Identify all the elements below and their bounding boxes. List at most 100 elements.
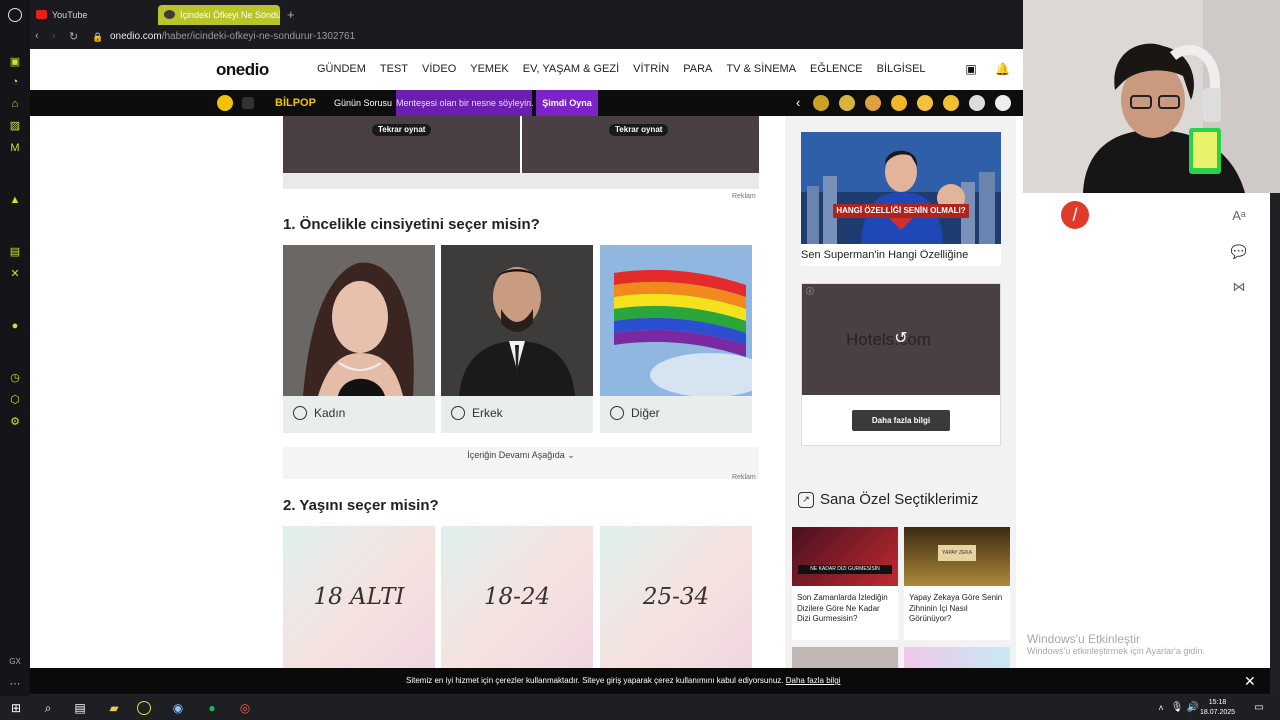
option-kadin[interactable]: Kadın <box>283 245 435 433</box>
menu-item-ev-yasam-gezi[interactable]: EV, YAŞAM & GEZİ <box>523 63 619 75</box>
bell-icon[interactable]: 🔔 <box>995 62 1010 76</box>
twitch-icon[interactable]: ▤ <box>7 244 23 260</box>
obs-icon[interactable]: ◎ <box>236 699 254 717</box>
site-header: onedio GÜNDEM TEST VİDEO YEMEK EV, YAŞAM… <box>30 49 1023 90</box>
url-field[interactable]: onedio.com/haber/icindeki-ofkeyi-ne-sond… <box>110 31 355 42</box>
recommend-item-2[interactable]: YAPAY ZEKA Yapay Zekaya Göre Senin Zihni… <box>904 527 1010 640</box>
box-icon[interactable]: ⬡ <box>7 392 23 408</box>
emoji-8-icon[interactable] <box>995 95 1011 111</box>
menu-item-gundem[interactable]: GÜNDEM <box>317 63 366 75</box>
superman-banner: HANGİ ÖZELLİĞİ SENİN OLMALI? <box>833 204 969 218</box>
emoji-3-icon[interactable] <box>865 95 881 111</box>
windows-start-icon[interactable]: ⊞ <box>7 699 25 717</box>
menu-item-eglence[interactable]: EĞLENCE <box>810 63 863 75</box>
menu-item-video[interactable]: VİDEO <box>422 63 456 75</box>
url-path: /haber/icindeki-ofkeyi-ne-sondurur-13027… <box>161 31 356 42</box>
wallet-icon[interactable]: ▣ <box>7 54 23 70</box>
option-age-under18[interactable]: 18 ALTI <box>283 526 435 668</box>
cookie-link[interactable]: Daha fazla bilgi <box>786 676 841 685</box>
font-size-icon[interactable]: Aᵃ <box>1230 208 1248 226</box>
windows-activation: Windows'u Etkinleştir Windows'u etkinleş… <box>1027 632 1205 656</box>
onedio-logo[interactable]: onedio <box>216 60 269 80</box>
bilpop-logo[interactable]: BİLPOP <box>275 90 316 116</box>
file-explorer-icon[interactable]: ▰ <box>105 699 123 717</box>
recommend-icon: ↗ <box>798 491 814 508</box>
radio-icon[interactable] <box>610 406 624 420</box>
menu-item-yemek[interactable]: YEMEK <box>470 63 509 75</box>
settings-icon[interactable]: ⚙ <box>7 414 23 430</box>
activate-title: Windows'u Etkinleştir <box>1027 632 1140 646</box>
more-icon[interactable]: ⋯ <box>7 676 23 692</box>
menu-item-test[interactable]: TEST <box>380 63 408 75</box>
recommend-image-1: NE KADAR DİZİ GURMESİSİN <box>792 527 898 586</box>
emoji-1-icon[interactable] <box>813 95 829 111</box>
steam-icon[interactable]: ◉ <box>169 699 187 717</box>
option-age-18-24[interactable]: 18-24 <box>441 526 593 668</box>
recommend-text-1: Son Zamanlarda İzlediğin Dizilere Göre N… <box>797 593 888 623</box>
age-label: 18-24 <box>483 584 551 610</box>
emoji-6-icon[interactable] <box>943 95 959 111</box>
web-page: onedio GÜNDEM TEST VİDEO YEMEK EV, YAŞAM… <box>30 49 1023 668</box>
replay-button-2[interactable]: Tekrar oynat <box>609 124 669 136</box>
back-icon[interactable]: ‹ <box>35 30 39 42</box>
emoji-4-icon[interactable] <box>891 95 907 111</box>
comments-icon[interactable]: 💬 <box>1230 244 1248 262</box>
play-now-button[interactable]: Şimdi Oyna <box>536 90 598 116</box>
emoji-5-icon[interactable] <box>917 95 933 111</box>
clock[interactable]: 15:18 18.07.2025 <box>1200 698 1235 718</box>
replay-icon[interactable]: ↺ <box>891 328 911 348</box>
superman-card[interactable]: HANGİ ÖZELLİĞİ SENİN OLMALI? Sen Superma… <box>801 132 1001 266</box>
control-icon[interactable]: ⌂ <box>7 96 23 112</box>
emoji-7-icon[interactable] <box>969 95 985 111</box>
forward-icon[interactable]: › <box>52 30 56 42</box>
search-icon[interactable]: ⌕ <box>39 699 57 717</box>
option-age-25-34[interactable]: 25-34 <box>600 526 752 668</box>
opera-gx-taskbar-icon[interactable] <box>137 701 151 715</box>
recommend-item-1[interactable]: NE KADAR DİZİ GURMESİSİN Son Zamanlarda … <box>792 527 898 640</box>
messenger-icon[interactable]: M <box>7 140 23 156</box>
share-icon[interactable]: ⋈ <box>1230 279 1248 297</box>
rainbow-flag-image <box>600 245 752 396</box>
chat-icon[interactable]: ▣ <box>964 62 978 76</box>
menu-item-bilgisel[interactable]: BİLGİSEL <box>877 63 926 75</box>
ad-info-icon[interactable]: ⓘ <box>806 286 814 297</box>
x-icon[interactable]: ✕ <box>7 266 23 282</box>
replay-button-1[interactable]: Tekrar oynat <box>372 124 432 136</box>
option-erkek[interactable]: Erkek <box>441 245 593 433</box>
more-info-button[interactable]: Daha fazla bilgi <box>852 410 950 431</box>
hotels-video: ⓘ Hotels.com ↺ <box>802 284 1000 395</box>
menu-item-tv-sinema[interactable]: TV & SİNEMA <box>726 63 796 75</box>
recommend-item-3[interactable] <box>792 647 898 668</box>
notification-icon[interactable]: ▭ <box>1250 699 1268 717</box>
menu-item-para[interactable]: PARA <box>683 63 712 75</box>
recommend-item-4[interactable] <box>904 647 1010 668</box>
game-icon[interactable] <box>217 95 233 111</box>
hotels-ad[interactable]: ⓘ Hotels.com ↺ Daha fazla bilgi <box>801 283 1001 446</box>
continue-below[interactable]: İçeriğin Devamı Aşağıda ⌄ <box>283 447 759 479</box>
history-icon[interactable]: ◔ <box>7 74 23 90</box>
close-icon[interactable]: ✕ <box>1244 668 1256 694</box>
arena-icon[interactable]: ▲ <box>7 192 23 208</box>
radio-icon[interactable] <box>451 406 465 420</box>
hot-tabs-icon[interactable]: ▨ <box>7 118 23 134</box>
menu-item-vitrin[interactable]: VİTRİN <box>633 63 669 75</box>
reload-icon[interactable]: ↻ <box>69 30 78 43</box>
task-view-icon[interactable]: ▤ <box>71 699 89 717</box>
onedio-favicon-icon <box>164 10 175 19</box>
new-tab-icon[interactable]: + <box>287 7 295 22</box>
opera-logo-icon[interactable] <box>8 8 22 22</box>
music-icon[interactable]: ● <box>7 318 23 334</box>
controller-icon[interactable] <box>242 97 254 109</box>
tab-youtube[interactable]: YouTube <box>30 5 150 25</box>
emoji-2-icon[interactable] <box>839 95 855 111</box>
clock-date: 18.07.2025 <box>1200 709 1236 716</box>
radio-icon[interactable] <box>293 406 307 420</box>
spotify-icon[interactable]: ● <box>203 699 221 717</box>
man-image <box>441 245 593 396</box>
tab-onedio[interactable]: İçindeki Öfkeyi Ne Söndür <box>158 5 280 25</box>
daily-question[interactable]: Menteşesi olan bir nesne söyleyin. <box>396 90 534 116</box>
strip-prev-icon[interactable]: ‹ <box>796 90 800 116</box>
clock-icon[interactable]: ◷ <box>7 370 23 386</box>
cookie-bar: Sitemiz en iyi hizmet için çerezler kull… <box>30 668 1270 694</box>
option-diger[interactable]: Diğer <box>600 245 752 433</box>
